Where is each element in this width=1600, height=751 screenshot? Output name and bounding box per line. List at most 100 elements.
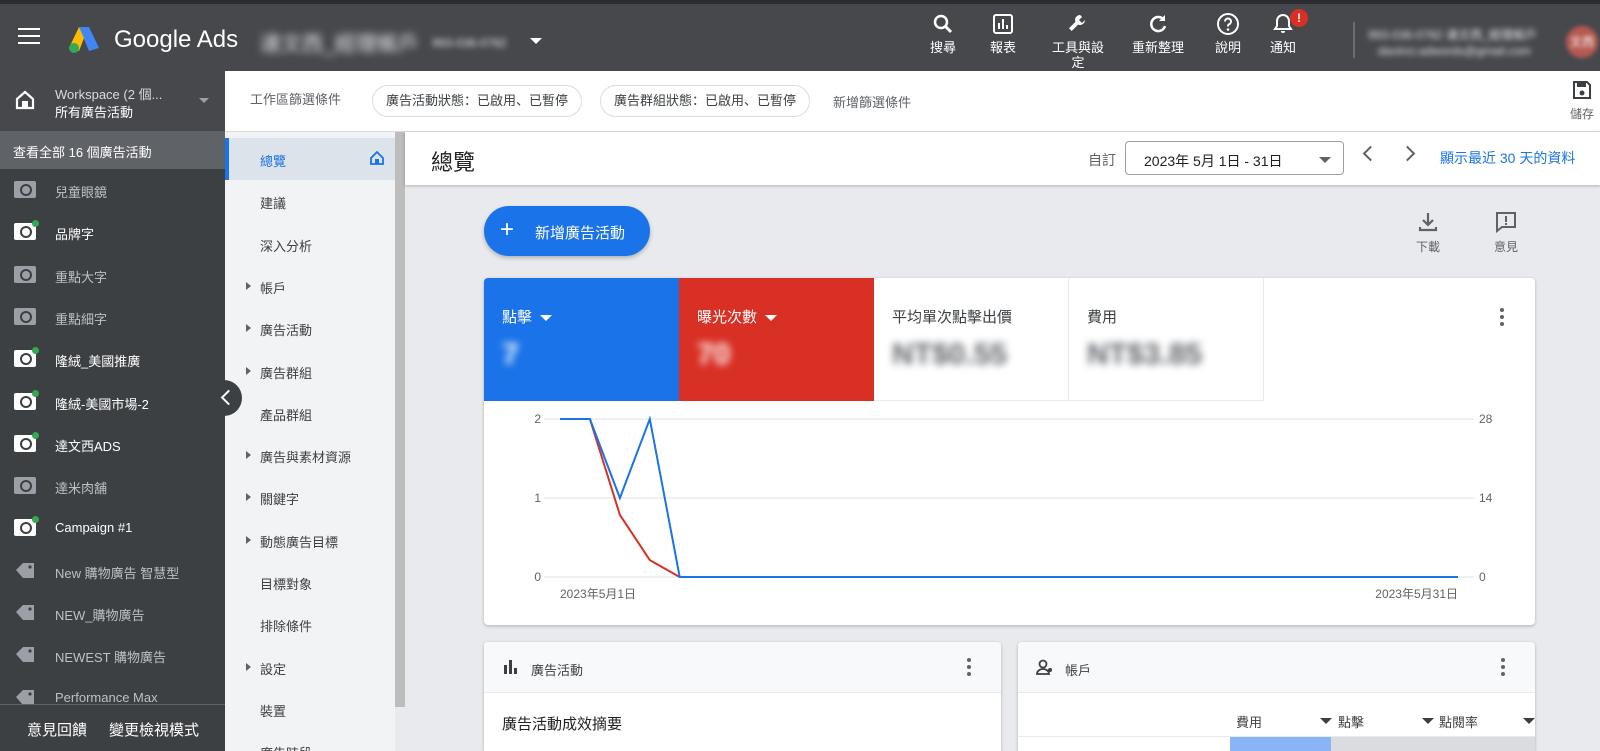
feedback-link[interactable]: 意見回饋 (27, 719, 87, 740)
sidebar-campaign-item[interactable]: 隆絨-美國市場-2 (0, 381, 225, 423)
page-menu-scrollbar[interactable] (395, 132, 405, 707)
sidebar-campaign-item[interactable]: 達米肉舖 (0, 465, 225, 507)
report-tool-button[interactable]: 報表 (990, 12, 1016, 55)
notifications-button[interactable]: 通知 ! (1270, 9, 1309, 55)
page-menu-item[interactable]: 廣告群組 (225, 350, 395, 392)
sidebar-footer: 意見回饋 變更檢視模式 (0, 704, 225, 751)
accounts-card-header: 帳戶 (1018, 642, 1535, 693)
search-tool-label: 搜尋 (930, 40, 957, 55)
user-account-info[interactable]: 993-036-0782 達文西_經理帳戶 (1368, 26, 1537, 43)
page-menu-item[interactable]: 帳戶 (225, 265, 395, 307)
page-menu-item[interactable]: 動態廣告目標 (225, 519, 395, 561)
sidebar-campaign-item[interactable]: 重點大字 (0, 254, 225, 296)
workspace-title: Workspace (2 個... (55, 87, 163, 102)
page-menu-item[interactable]: 建議 (225, 180, 395, 222)
workspace-filter-bar: 工作區篩選條件 廣告活動狀態：已啟用、已暫停 廣告群組狀態：已啟用、已暫停 新增… (225, 71, 1600, 132)
metric-card-cost[interactable]: 費用 NT$3.85 (1069, 278, 1264, 401)
page-menu-item-label: 目標對象 (260, 577, 313, 592)
feedback-button[interactable]: 意見 (1494, 210, 1518, 255)
save-label: 儲存 (1570, 107, 1595, 121)
metric-card-clicks[interactable]: 點擊 7 (484, 278, 679, 401)
page-menu-item-label: 廣告時段 (260, 743, 312, 751)
sidebar-campaign-label: NEWEST 購物廣告 (55, 650, 166, 666)
account-name[interactable]: 達文西_經理帳戶 (260, 28, 419, 58)
metric-clicks-label[interactable]: 點擊 (502, 306, 553, 327)
download-button[interactable]: 下載 (1416, 210, 1440, 255)
add-filter-button[interactable]: 新增篩選條件 (833, 92, 911, 111)
chevron-down-icon (765, 315, 778, 322)
page-menu-item-label: 廣告群組 (260, 365, 313, 381)
column-selector-cost[interactable]: 費用 (1236, 712, 1332, 731)
sidebar-campaign-item[interactable]: NEW_購物廣告 (0, 592, 225, 634)
show-recent-data-link[interactable]: 顯示最近 30 天的資料 (1440, 148, 1575, 168)
account-dropdown-icon[interactable] (530, 38, 542, 44)
page-menu-item[interactable]: 產品群組 (225, 392, 395, 434)
notifications-label: 通知 (1270, 40, 1297, 55)
page-menu-item[interactable]: 總覽 (225, 138, 395, 180)
save-button[interactable]: 儲存 (1570, 79, 1594, 122)
column-selector-clicks[interactable]: 點擊 (1338, 712, 1434, 731)
date-range-picker[interactable]: 2023年 5月 1日 - 31日 (1125, 141, 1344, 175)
wrench-icon (1069, 15, 1085, 31)
y-left-tick-label: 2 (534, 412, 541, 426)
tools-settings-button[interactable]: 工具與設定 (1050, 12, 1106, 70)
more-options-icon[interactable] (1500, 308, 1504, 326)
next-period-button[interactable] (1399, 145, 1416, 162)
y-right-tick-label: 28 (1479, 412, 1493, 426)
page-menu-item[interactable]: 目標對象 (225, 561, 395, 603)
metric-card-impressions[interactable]: 曝光次數 70 (679, 278, 874, 401)
page-menu-item-label: 廣告與素材資源 (260, 450, 352, 466)
help-icon (1217, 13, 1239, 35)
more-options-icon[interactable] (1501, 658, 1505, 676)
view-all-campaigns-link[interactable]: 查看全部 16 個廣告活動 (0, 131, 225, 169)
more-options-icon[interactable] (967, 658, 971, 676)
expand-arrow-icon (246, 451, 251, 460)
sidebar-campaign-item[interactable]: 兒童眼鏡 (0, 169, 225, 211)
sidebar-campaign-item[interactable]: 隆絨_美國推廣 (0, 338, 225, 380)
column-selector-ctr[interactable]: 點閱率 (1439, 712, 1535, 731)
page-menu-item[interactable]: 深入分析 (225, 223, 395, 265)
google-ads-logo[interactable] (68, 24, 100, 54)
help-label: 說明 (1215, 40, 1242, 55)
refresh-button[interactable]: 重新整理 (1132, 12, 1184, 55)
page-menu-item[interactable]: 關鍵字 (225, 476, 395, 518)
date-range-value: 2023年 5月 1日 - 31日 (1144, 153, 1283, 169)
workspace-selector[interactable]: Workspace (2 個... 所有廣告活動 (0, 71, 225, 131)
search-tool-button[interactable]: 搜尋 (930, 12, 956, 55)
previous-period-button[interactable] (1362, 145, 1379, 162)
page-menu-item[interactable]: 設定 (225, 646, 395, 688)
report-icon (993, 14, 1013, 34)
help-button[interactable]: 說明 (1215, 12, 1241, 55)
page-menu-item[interactable]: 廣告時段 (225, 730, 395, 751)
sidebar-campaign-item[interactable]: Campaign #1 (0, 507, 225, 549)
page-menu-item[interactable]: 廣告活動 (225, 307, 395, 349)
page-menu-item[interactable]: 排除條件 (225, 603, 395, 645)
metric-clicks-value: 7 (502, 338, 519, 371)
menu-icon[interactable] (18, 28, 40, 46)
metric-impressions-label[interactable]: 曝光次數 (697, 306, 778, 327)
bar-chart-icon (504, 660, 517, 674)
metric-card-avg-cpc[interactable]: 平均單次點擊出價 NT$0.55 (874, 278, 1069, 401)
y-left-tick-label: 0 (534, 570, 541, 584)
accounts-card: 帳戶 費用 點擊 點閱率 (1018, 642, 1535, 751)
accounts-card-title: 帳戶 (1065, 663, 1092, 678)
new-campaign-button[interactable]: + 新增廣告活動 (484, 206, 650, 256)
page-menu-item[interactable]: 裝置 (225, 688, 395, 730)
campaign-status-filter-chip[interactable]: 廣告活動狀態：已啟用、已暫停 (372, 85, 583, 117)
user-email[interactable]: davinci.adwords@gmail.com (1378, 44, 1531, 58)
sidebar-campaign-label: 兒童眼鏡 (55, 185, 108, 200)
sidebar-campaign-item[interactable]: 品牌字 (0, 211, 225, 253)
sidebar-campaign-item[interactable]: 達文西ADS (0, 423, 225, 465)
avatar[interactable]: 文西 (1566, 26, 1598, 58)
clicks-bar (1331, 737, 1535, 751)
metric-cost-value: NT$3.85 (1087, 338, 1203, 371)
sidebar-campaign-item[interactable]: NEWEST 購物廣告 (0, 634, 225, 676)
adgroup-status-filter-chip[interactable]: 廣告群組狀態：已啟用、已暫停 (600, 85, 811, 117)
y-left-tick-label: 1 (534, 491, 541, 505)
page-menu-item[interactable]: 廣告與素材資源 (225, 434, 395, 476)
home-icon (15, 90, 35, 110)
sidebar-campaign-item[interactable]: New 購物廣告 智慧型 (0, 550, 225, 592)
change-view-link[interactable]: 變更檢視模式 (109, 719, 199, 740)
status-enabled-icon (32, 347, 39, 355)
sidebar-campaign-item[interactable]: 重點細字 (0, 296, 225, 338)
